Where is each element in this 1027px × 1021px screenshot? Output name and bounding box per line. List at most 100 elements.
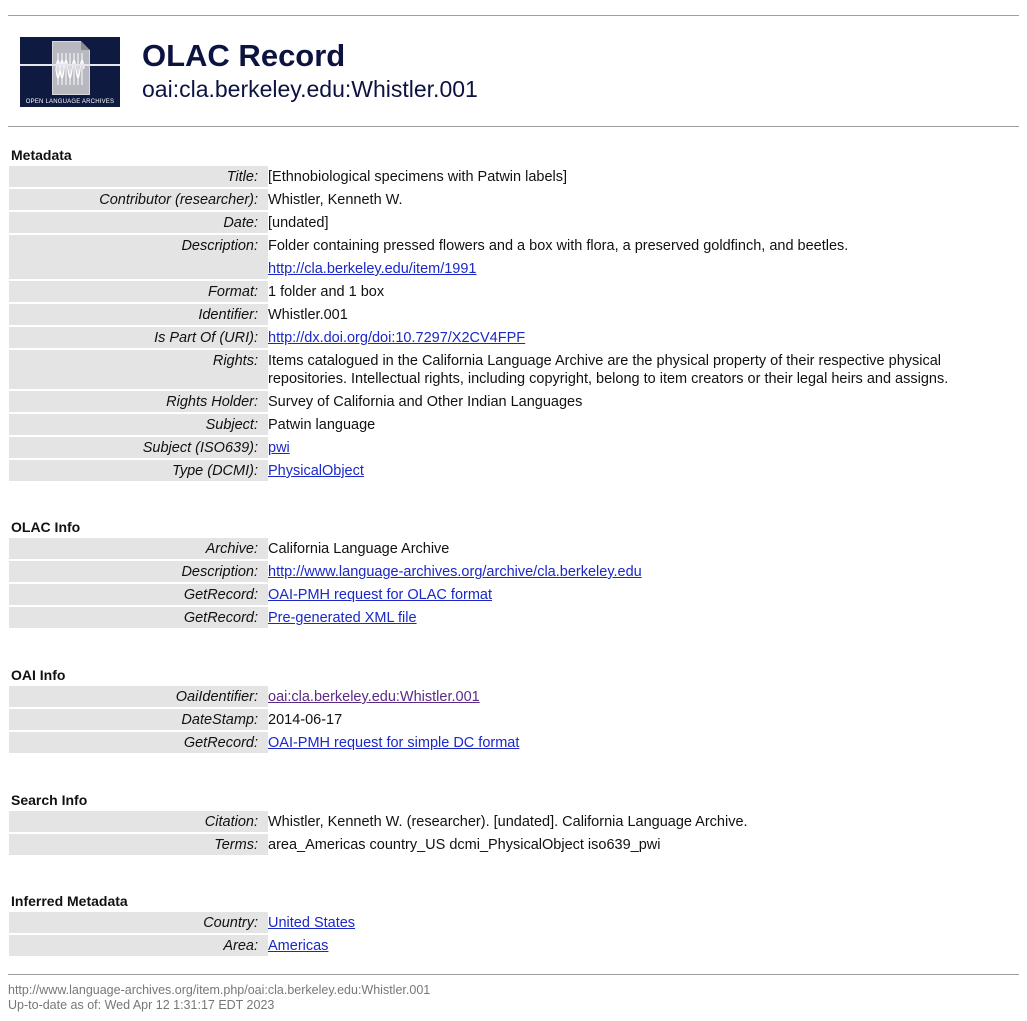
search-info-table: Citation: Whistler, Kenneth W. (researche… [9, 809, 1019, 857]
field-link[interactable]: PhysicalObject [268, 463, 364, 479]
field-value-cell: Items catalogued in the California Langu… [268, 350, 1019, 389]
field-link[interactable]: Pre-generated XML file [268, 610, 417, 626]
record-row: Format: 1 folder and 1 box [9, 281, 1019, 302]
metadata-heading: Metadata [11, 147, 72, 163]
field-value-cell: 2014-06-17 [268, 709, 1019, 730]
field-value-cell: Survey of California and Other Indian La… [268, 391, 1019, 412]
field-value-cell: 1 folder and 1 box [268, 281, 1019, 302]
field-value-cell: OAI-PMH request for simple DC format [268, 732, 1019, 753]
record-row: Subject: Patwin language [9, 414, 1019, 435]
field-label: Is Part Of (URI): [9, 327, 268, 348]
oai-info-heading: OAI Info [11, 667, 66, 683]
field-value: [Ethnobiological specimens with Patwin l… [268, 169, 568, 185]
field-link[interactable]: OAI-PMH request for simple DC format [268, 735, 519, 751]
field-value-cell: pwi [268, 437, 1019, 458]
field-label: Date: [9, 212, 268, 233]
field-label: Citation: [9, 811, 268, 832]
field-link[interactable]: http://www.language-archives.org/archive… [268, 564, 642, 580]
page-footer: http://www.language-archives.org/item.ph… [8, 983, 430, 1013]
field-value-cell: [undated] [268, 212, 1019, 233]
record-row: Type (DCMI): PhysicalObject [9, 460, 1019, 481]
field-value: Survey of California and Other Indian La… [268, 394, 583, 410]
field-label: Identifier: [9, 304, 268, 325]
record-row: Date: [undated] [9, 212, 1019, 233]
record-row: GetRecord: Pre-generated XML file [9, 607, 1019, 628]
header-divider [8, 126, 1019, 127]
field-label: Subject (ISO639): [9, 437, 268, 458]
field-value: Items catalogued in the California Langu… [268, 353, 949, 387]
logo-text: OPEN LANGUAGE ARCHIVES [25, 99, 115, 105]
field-value-cell: Whistler, Kenneth W. (researcher). [unda… [268, 811, 1019, 832]
field-value: [undated] [268, 215, 329, 231]
field-value-cell: California Language Archive [268, 538, 1019, 559]
record-row: Country: United States [9, 912, 1019, 933]
page-title: OLAC Record [142, 38, 346, 73]
record-row: GetRecord: OAI-PMH request for simple DC … [9, 732, 1019, 753]
field-label: Description: [9, 561, 268, 582]
field-label: Terms: [9, 834, 268, 855]
olac-logo-icon: OPEN LANGUAGE ARCHIVES [20, 37, 120, 107]
field-value-cell: Whistler, Kenneth W. [268, 189, 1019, 210]
field-value-cell: OAI-PMH request for OLAC format [268, 584, 1019, 605]
field-label: DateStamp: [9, 709, 268, 730]
olac-info-heading: OLAC Info [11, 519, 81, 535]
field-value-cell: Folder containing pressed flowers and a … [268, 235, 1019, 279]
inferred-table: Country: United States Area: Americas [9, 910, 1019, 958]
field-label: Country: [9, 912, 268, 933]
field-value: Whistler.001 [268, 307, 348, 323]
field-label: Archive: [9, 538, 268, 559]
footer-url: http://www.language-archives.org/item.ph… [8, 983, 431, 997]
record-row: Citation: Whistler, Kenneth W. (researche… [9, 811, 1019, 832]
field-label: Rights Holder: [9, 391, 268, 412]
record-row: Contributor (researcher): Whistler, Kenne… [9, 189, 1019, 210]
field-link[interactable]: OAI-PMH request for OLAC format [268, 587, 492, 603]
field-label: Type (DCMI): [9, 460, 268, 481]
record-row: Title: [Ethnobiological specimens with Pa… [9, 166, 1019, 187]
field-link[interactable]: oai:cla.berkeley.edu:Whistler.001 [268, 689, 480, 705]
field-label: OaiIdentifier: [9, 686, 268, 707]
field-label: Rights: [9, 350, 268, 389]
field-link[interactable]: http://cla.berkeley.edu/item/1991 [268, 261, 477, 277]
field-link[interactable]: United States [268, 915, 355, 931]
record-row: Area: Americas [9, 935, 1019, 956]
field-link-line: http://cla.berkeley.edu/item/1991 [268, 255, 1019, 278]
record-row: Description: Folder containing pressed fl… [9, 235, 1019, 279]
field-value: Folder containing pressed flowers and a … [268, 238, 849, 254]
olac-info-table: Archive: California Language Archive Descr… [9, 536, 1019, 630]
field-value: Patwin language [268, 417, 376, 433]
field-link[interactable]: Americas [268, 938, 328, 954]
field-value: Whistler, Kenneth W. (researcher). [unda… [268, 814, 748, 830]
field-value-cell: Patwin language [268, 414, 1019, 435]
record-row: Is Part Of (URI): http://dx.doi.org/doi:1… [9, 327, 1019, 348]
field-value-cell: area_Americas country_US dcmi_PhysicalOb… [268, 834, 1019, 855]
field-label: GetRecord: [9, 732, 268, 753]
record-row: Identifier: Whistler.001 [9, 304, 1019, 325]
field-value-cell: http://www.language-archives.org/archive… [268, 561, 1019, 582]
field-value-cell: [Ethnobiological specimens with Patwin l… [268, 166, 1019, 187]
field-label: Contributor (researcher): [9, 189, 268, 210]
field-value-cell: oai:cla.berkeley.edu:Whistler.001 [268, 686, 1019, 707]
field-value: California Language Archive [268, 541, 450, 557]
search-info-heading: Search Info [11, 792, 88, 808]
field-label: GetRecord: [9, 607, 268, 628]
logo-wave-icon [55, 53, 85, 85]
field-label: Format: [9, 281, 268, 302]
record-row: Subject (ISO639): pwi [9, 437, 1019, 458]
record-row: OaiIdentifier: oai:cla.berkeley.edu:Whist… [9, 686, 1019, 707]
top-divider [8, 15, 1019, 16]
footer-updated: Up-to-date as of: Wed Apr 12 1:31:17 EDT… [8, 998, 275, 1012]
record-row: DateStamp: 2014-06-17 [9, 709, 1019, 730]
field-value-cell: http://dx.doi.org/doi:10.7297/X2CV4FPF [268, 327, 1019, 348]
field-link[interactable]: pwi [268, 440, 290, 456]
metadata-table: Title: [Ethnobiological specimens with Pa… [9, 164, 1019, 483]
field-value-cell: Pre-generated XML file [268, 607, 1019, 628]
footer-divider [8, 974, 1019, 975]
record-row: Archive: California Language Archive [9, 538, 1019, 559]
field-label: Description: [9, 235, 268, 279]
oai-info-table: OaiIdentifier: oai:cla.berkeley.edu:Whist… [9, 684, 1019, 755]
field-link[interactable]: http://dx.doi.org/doi:10.7297/X2CV4FPF [268, 330, 525, 346]
field-value: 2014-06-17 [268, 712, 343, 728]
field-value-cell: Americas [268, 935, 1019, 956]
field-label: Area: [9, 935, 268, 956]
field-value-cell: PhysicalObject [268, 460, 1019, 481]
